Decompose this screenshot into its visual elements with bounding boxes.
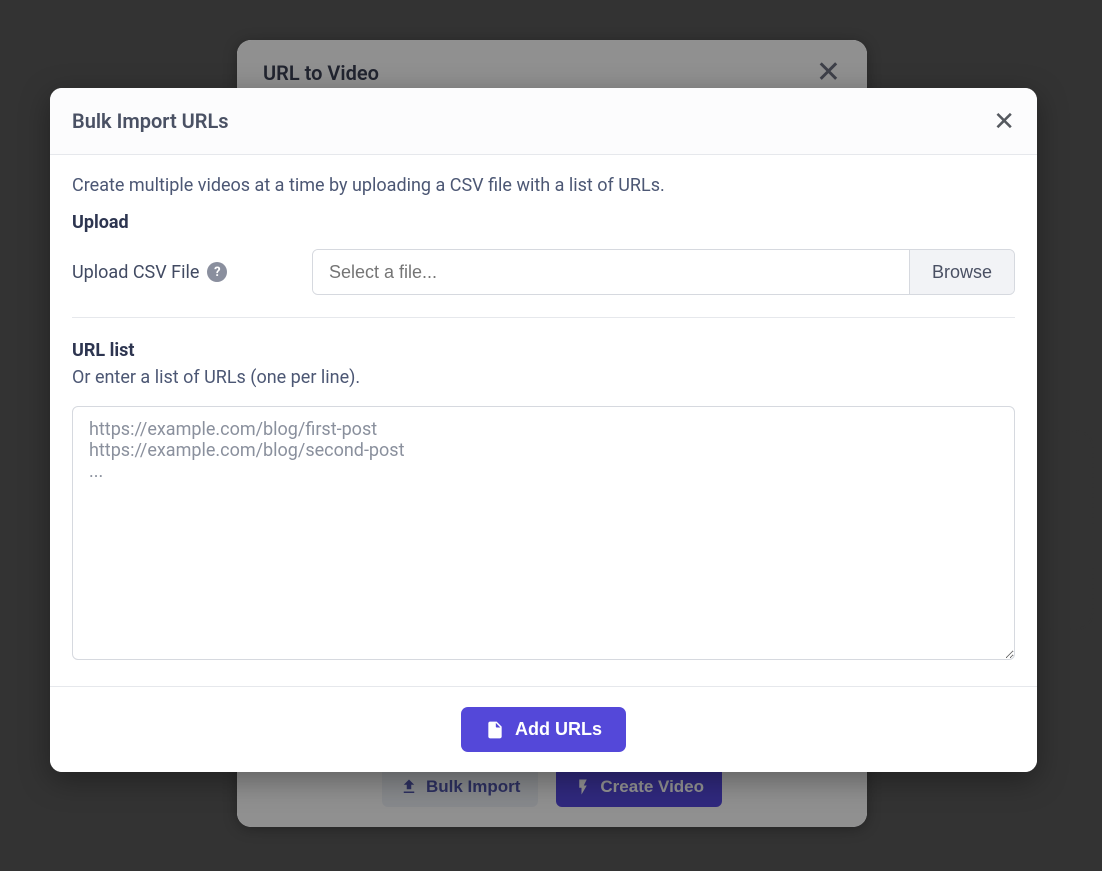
modal-footer: Add URLs — [50, 686, 1037, 772]
browse-button[interactable]: Browse — [909, 250, 1014, 294]
bulk-import-modal: Bulk Import URLs ✕ Create multiple video… — [50, 88, 1037, 772]
close-icon: ✕ — [993, 106, 1015, 136]
url-list-textarea[interactable] — [72, 406, 1015, 660]
add-urls-button[interactable]: Add URLs — [461, 707, 626, 752]
upload-heading: Upload — [72, 212, 1015, 233]
file-import-icon — [485, 720, 505, 740]
upload-row: Upload CSV File ? Browse — [72, 249, 1015, 295]
modal-header: Bulk Import URLs ✕ — [50, 88, 1037, 155]
help-icon[interactable]: ? — [207, 262, 227, 282]
add-urls-label: Add URLs — [515, 719, 602, 740]
upload-label-wrap: Upload CSV File ? — [72, 262, 292, 283]
modal-title: Bulk Import URLs — [72, 109, 229, 133]
section-divider — [72, 317, 1015, 318]
url-list-subdesc: Or enter a list of URLs (one per line). — [72, 367, 1015, 388]
upload-csv-label: Upload CSV File — [72, 262, 199, 283]
file-input-group: Browse — [312, 249, 1015, 295]
url-list-heading: URL list — [72, 340, 1015, 361]
modal-description: Create multiple videos at a time by uplo… — [72, 175, 1015, 196]
file-select-input[interactable] — [313, 250, 909, 294]
modal-body: Create multiple videos at a time by uplo… — [50, 155, 1037, 686]
close-button[interactable]: ✕ — [993, 108, 1015, 134]
